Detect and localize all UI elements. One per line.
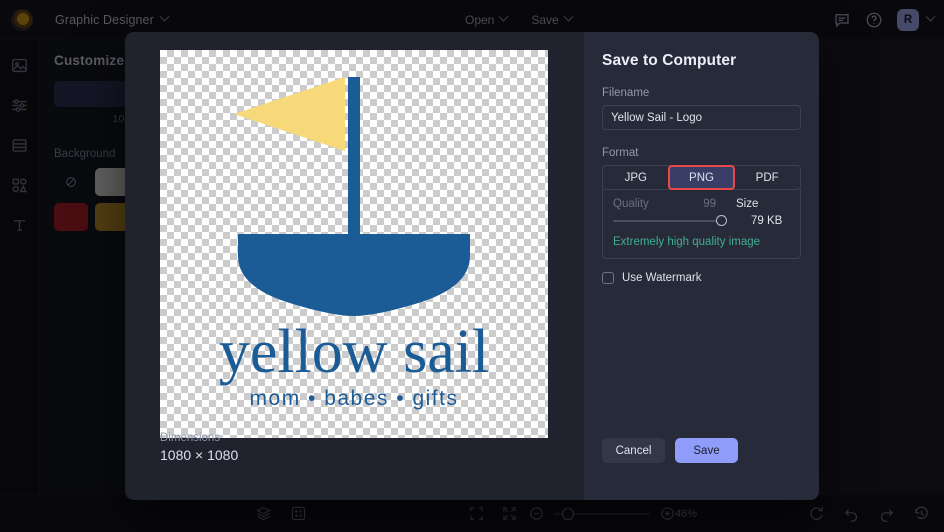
image-icon — [12, 58, 27, 72]
grid-icon[interactable] — [290, 505, 307, 522]
app-logo-icon[interactable] — [11, 8, 33, 31]
chevron-down-icon[interactable] — [925, 11, 936, 22]
menu-save-label: Save — [531, 12, 559, 27]
quality-slider[interactable] — [613, 215, 727, 226]
dimensions-label: Dimensions — [160, 432, 221, 444]
filename-input[interactable] — [602, 105, 801, 130]
format-png-button[interactable]: PNG — [667, 165, 736, 190]
sidebar-item-layout-tool[interactable] — [7, 132, 33, 158]
expand-icon[interactable] — [501, 505, 518, 522]
text-icon — [13, 219, 26, 231]
chevron-down-icon — [563, 11, 574, 22]
quality-slider-handle[interactable] — [716, 215, 727, 226]
swatch-gold[interactable] — [95, 203, 129, 231]
sliders-icon — [12, 98, 27, 112]
redo-icon[interactable] — [878, 505, 895, 522]
sidebar-item-text-tool[interactable] — [7, 212, 33, 238]
quality-box: Quality 99 Size 79 KB Extremely high qua… — [602, 189, 801, 259]
app-root: Graphic Designer Open Save R Customize B… — [0, 0, 944, 532]
menu-save[interactable]: Save — [531, 11, 574, 27]
zoom-out-icon[interactable] — [528, 505, 545, 522]
dialog-actions: Cancel Save — [602, 438, 738, 463]
quality-header: Quality 99 Size — [613, 198, 790, 210]
menu-open-label: Open — [465, 12, 495, 27]
dialog-form-pane: Save to Computer Filename Format JPG PNG… — [584, 32, 819, 500]
quality-row: 79 KB — [613, 215, 790, 227]
size-value: 79 KB — [751, 215, 783, 227]
filename-label: Filename — [602, 87, 650, 99]
document-title-menu[interactable]: Graphic Designer — [55, 11, 170, 27]
menu-open[interactable]: Open — [465, 11, 509, 27]
chevron-down-icon — [159, 11, 170, 22]
dialog-title: Save to Computer — [602, 52, 737, 69]
watermark-row[interactable]: Use Watermark — [602, 272, 801, 284]
yellow-sail-logo: yellow sail mom • babes • gifts — [219, 77, 489, 410]
chevron-down-icon — [498, 11, 509, 22]
save-to-computer-dialog: yellow sail mom • babes • gifts Dimensio… — [125, 32, 819, 500]
dimensions-value: 1080 × 1080 — [160, 447, 239, 463]
format-jpg-button[interactable]: JPG — [603, 166, 669, 189]
cancel-button[interactable]: Cancel — [602, 438, 665, 463]
dimensions-block: Dimensions 1080 × 1080 — [160, 432, 238, 463]
history-icon[interactable] — [913, 505, 930, 522]
swatch-red[interactable] — [54, 203, 88, 231]
format-selector: JPG PNG PDF — [602, 165, 801, 190]
elements-grid-icon — [12, 177, 27, 192]
swatch-no-color[interactable] — [54, 168, 88, 196]
quality-value: 99 — [703, 198, 716, 210]
size-label: Size — [736, 198, 759, 210]
sidebar-item-elements-tool[interactable] — [7, 172, 33, 198]
undo-icon[interactable] — [843, 505, 860, 522]
tool-rail — [0, 40, 40, 494]
help-circle-icon[interactable] — [865, 11, 883, 29]
sidebar-item-adjust-tool[interactable] — [7, 92, 33, 118]
quality-note: Extremely high quality image — [613, 236, 761, 248]
format-label: Format — [602, 147, 639, 159]
watermark-label: Use Watermark — [622, 272, 702, 284]
bottom-view-tools — [468, 505, 518, 522]
fit-to-screen-icon[interactable] — [468, 505, 485, 522]
logo-wordmark: yellow sail — [219, 318, 489, 386]
image-preview: yellow sail mom • babes • gifts — [160, 50, 548, 438]
header-menu-group: Open Save — [465, 11, 574, 27]
chat-bubble-icon[interactable] — [833, 11, 851, 29]
zoom-in-icon[interactable] — [659, 505, 676, 522]
zoom-slider-handle[interactable] — [562, 507, 574, 520]
watermark-checkbox[interactable] — [602, 272, 614, 284]
refresh-icon[interactable] — [808, 505, 825, 522]
swatch-light-gray[interactable] — [95, 168, 129, 196]
zoom-slider[interactable] — [554, 507, 650, 520]
document-title-label: Graphic Designer — [55, 12, 154, 27]
quality-label: Quality — [613, 198, 649, 210]
save-button[interactable]: Save — [675, 438, 738, 463]
logo-tagline: mom • babes • gifts — [250, 387, 459, 410]
avatar[interactable]: R — [897, 8, 919, 31]
dialog-preview-pane: yellow sail mom • babes • gifts Dimensio… — [125, 32, 584, 500]
bottom-left-tools — [255, 505, 307, 522]
avatar-initial: R — [903, 13, 913, 26]
zoom-control — [528, 505, 676, 522]
no-color-icon — [66, 177, 76, 187]
sidebar-item-image-tool[interactable] — [7, 52, 33, 78]
header-actions: R — [833, 8, 936, 31]
layers-icon[interactable] — [255, 505, 272, 522]
bottom-right-tools — [808, 505, 930, 522]
format-pdf-button[interactable]: PDF — [734, 166, 800, 189]
zoom-level-label: 46% — [675, 507, 698, 520]
layout-icon — [12, 138, 27, 152]
